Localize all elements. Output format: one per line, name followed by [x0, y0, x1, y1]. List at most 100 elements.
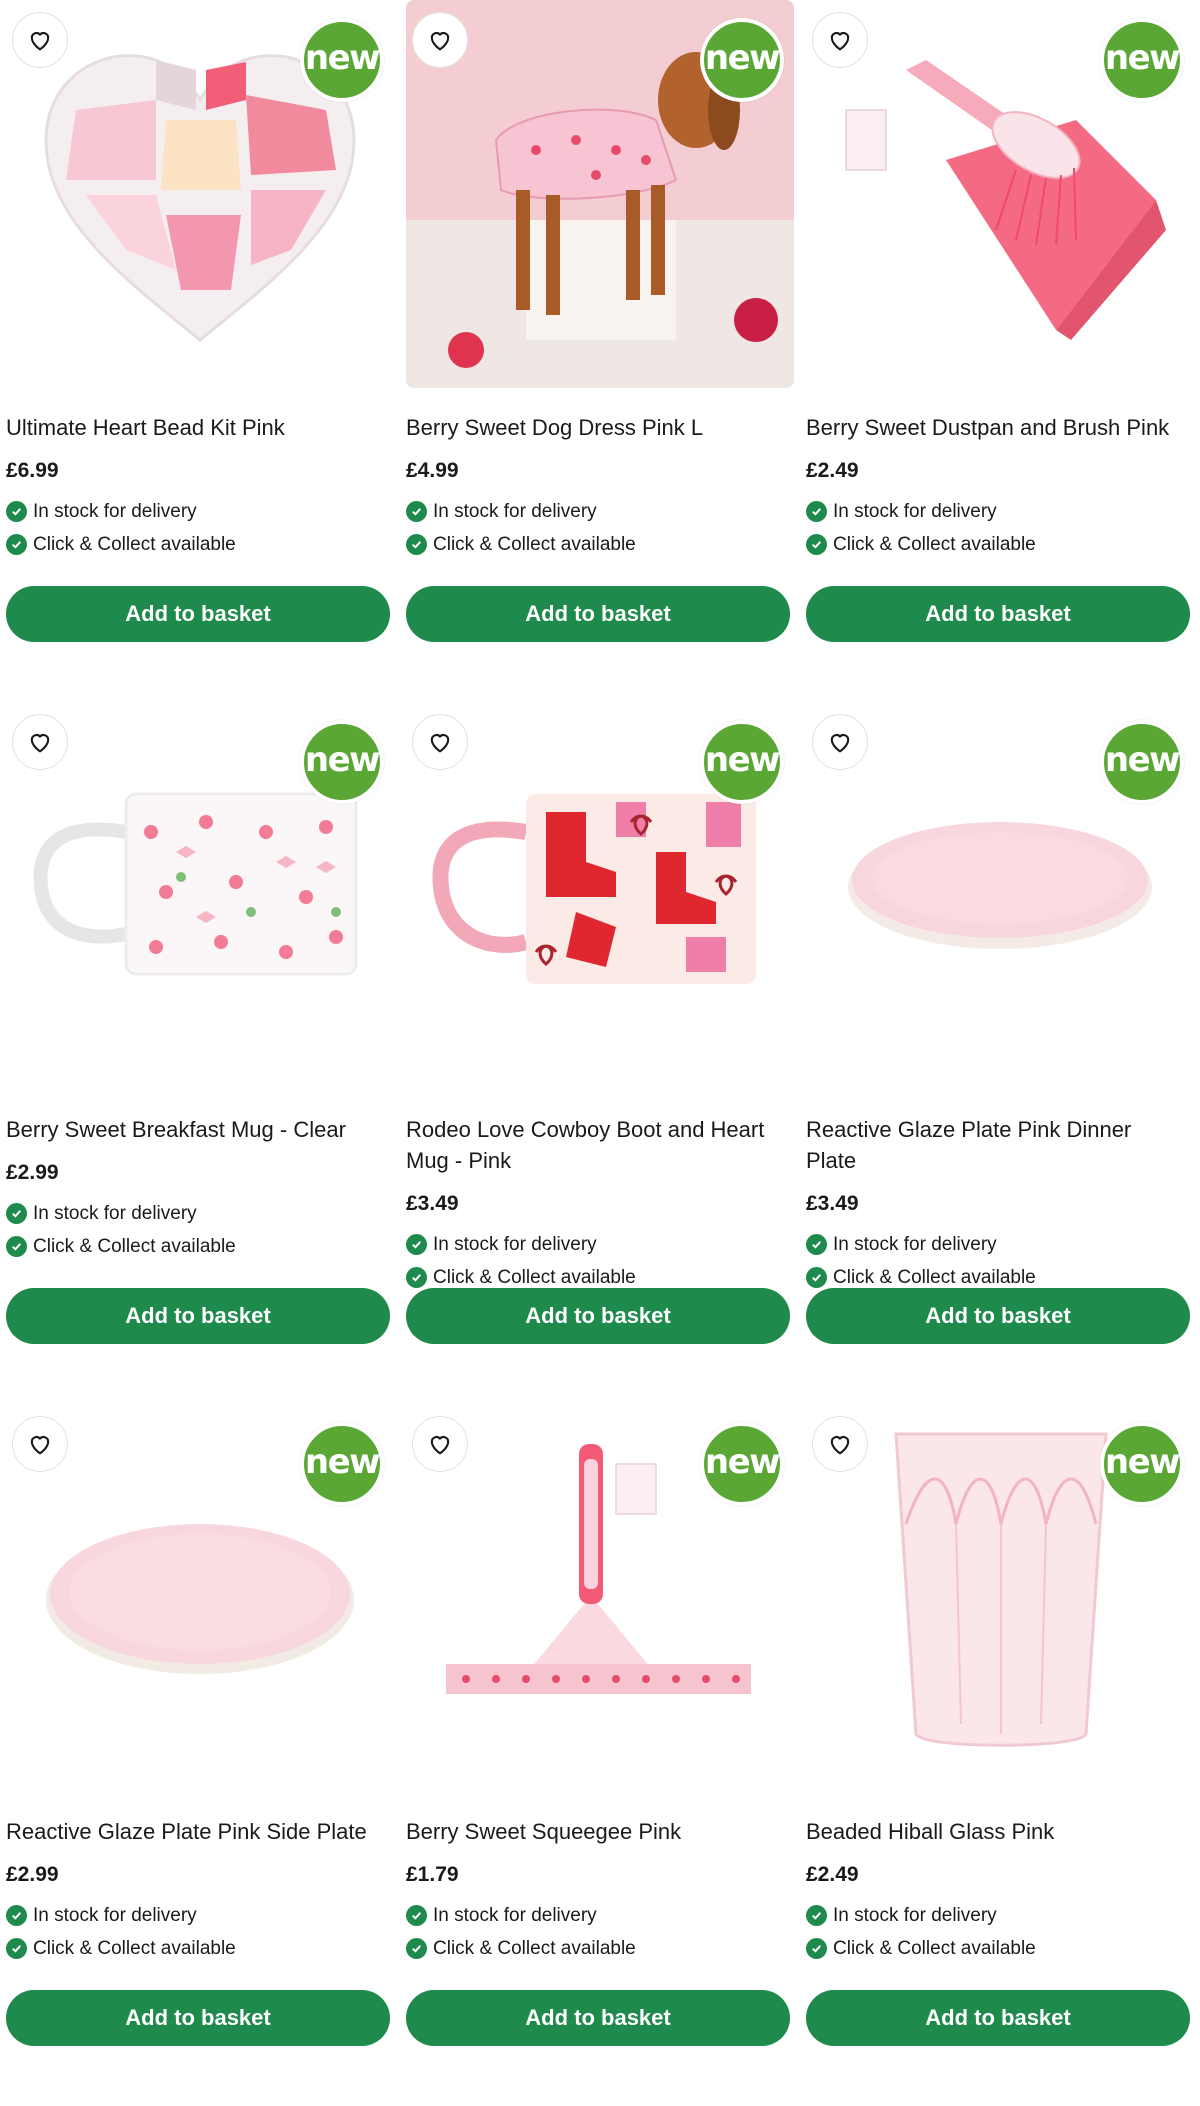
product-image[interactable]: new	[806, 702, 1194, 1090]
heart-outline-icon	[430, 32, 450, 51]
wishlist-button[interactable]	[412, 1416, 468, 1472]
availability: In stock for delivery Click & Collect av…	[6, 1197, 394, 1263]
product-title[interactable]: Reactive Glaze Plate Pink Dinner Plate	[806, 1114, 1194, 1176]
product-title[interactable]: Reactive Glaze Plate Pink Side Plate	[6, 1816, 394, 1847]
delivery-status: In stock for delivery	[806, 1228, 1194, 1261]
collect-status: Click & Collect available	[806, 1932, 1194, 1965]
check-icon	[6, 1203, 27, 1224]
product-card: new Berry Sweet Squeegee Pink £1.79 In s…	[406, 1404, 794, 2106]
product-price: £2.49	[806, 1863, 859, 1886]
check-icon	[806, 501, 827, 522]
product-title[interactable]: Beaded Hiball Glass Pink	[806, 1816, 1194, 1847]
product-price: £6.99	[6, 459, 59, 482]
add-to-basket-button[interactable]: Add to basket	[806, 1990, 1190, 2046]
product-card: new Beaded Hiball Glass Pink £2.49 In st…	[806, 1404, 1194, 2106]
product-card: new Reactive Glaze Plate Pink Side Plate…	[6, 1404, 394, 2106]
product-price: £2.99	[6, 1863, 59, 1886]
check-icon	[6, 501, 27, 522]
availability: In stock for delivery Click & Collect av…	[806, 1899, 1194, 1965]
collect-status: Click & Collect available	[406, 528, 794, 561]
product-title[interactable]: Berry Sweet Dog Dress Pink L	[406, 412, 794, 443]
wishlist-button[interactable]	[812, 12, 868, 68]
delivery-status: In stock for delivery	[6, 1899, 394, 1932]
availability: In stock for delivery Click & Collect av…	[6, 1899, 394, 1965]
check-icon	[406, 501, 427, 522]
wishlist-button[interactable]	[412, 714, 468, 770]
add-to-basket-button[interactable]: Add to basket	[406, 1990, 790, 2046]
add-to-basket-button[interactable]: Add to basket	[6, 586, 390, 642]
delivery-status: In stock for delivery	[806, 1899, 1194, 1932]
product-image[interactable]: new	[6, 702, 394, 1090]
wishlist-button[interactable]	[12, 12, 68, 68]
product-title[interactable]: Ultimate Heart Bead Kit Pink	[6, 412, 394, 443]
product-price: £4.99	[406, 459, 459, 482]
availability: In stock for delivery Click & Collect av…	[406, 1228, 794, 1294]
product-image[interactable]: new	[406, 0, 794, 388]
product-card: new Reactive Glaze Plate Pink Dinner Pla…	[806, 702, 1194, 1404]
product-title[interactable]: Berry Sweet Dustpan and Brush Pink	[806, 412, 1194, 443]
product-price: £3.49	[406, 1192, 459, 1215]
product-image[interactable]: new	[406, 702, 794, 1090]
product-grid: new Ultimate Heart Bead Kit Pink £6.99 I…	[0, 0, 1200, 2106]
availability: In stock for delivery Click & Collect av…	[806, 1228, 1194, 1294]
product-card: new Berry Sweet Breakfast Mug - Clear £2…	[6, 702, 394, 1404]
new-badge: new	[300, 720, 384, 804]
check-icon	[406, 1938, 427, 1959]
new-badge: new	[300, 18, 384, 102]
collect-status: Click & Collect available	[806, 528, 1194, 561]
availability: In stock for delivery Click & Collect av…	[406, 495, 794, 561]
delivery-status: In stock for delivery	[406, 1899, 794, 1932]
availability: In stock for delivery Click & Collect av…	[806, 495, 1194, 561]
product-card: new Rodeo Love Cowboy Boot and Heart Mug…	[406, 702, 794, 1404]
delivery-status: In stock for delivery	[406, 1228, 794, 1261]
wishlist-button[interactable]	[812, 1416, 868, 1472]
product-image[interactable]: new	[6, 1404, 394, 1792]
product-image[interactable]: new	[806, 1404, 1194, 1792]
check-icon	[806, 1267, 827, 1288]
new-badge: new	[700, 720, 784, 804]
availability: In stock for delivery Click & Collect av…	[6, 495, 394, 561]
add-to-basket-button[interactable]: Add to basket	[6, 1288, 390, 1344]
add-to-basket-button[interactable]: Add to basket	[406, 586, 790, 642]
check-icon	[406, 1267, 427, 1288]
product-image[interactable]: new	[6, 0, 394, 388]
product-title[interactable]: Rodeo Love Cowboy Boot and Heart Mug - P…	[406, 1114, 794, 1176]
new-badge: new	[1100, 720, 1184, 804]
delivery-status: In stock for delivery	[806, 495, 1194, 528]
wishlist-button[interactable]	[12, 714, 68, 770]
check-icon	[6, 534, 27, 555]
heart-outline-icon	[30, 32, 50, 51]
add-to-basket-button[interactable]: Add to basket	[6, 1990, 390, 2046]
new-badge: new	[1100, 18, 1184, 102]
product-price: £2.99	[6, 1161, 59, 1184]
add-to-basket-button[interactable]: Add to basket	[806, 586, 1190, 642]
check-icon	[806, 1234, 827, 1255]
check-icon	[406, 1905, 427, 1926]
heart-outline-icon	[430, 734, 450, 753]
new-badge: new	[300, 1422, 384, 1506]
product-image[interactable]: new	[406, 1404, 794, 1792]
collect-status: Click & Collect available	[406, 1932, 794, 1965]
heart-outline-icon	[830, 32, 850, 51]
product-title[interactable]: Berry Sweet Squeegee Pink	[406, 1816, 794, 1847]
heart-outline-icon	[830, 734, 850, 753]
new-badge: new	[1100, 1422, 1184, 1506]
add-to-basket-button[interactable]: Add to basket	[406, 1288, 790, 1344]
heart-outline-icon	[830, 1436, 850, 1455]
new-badge: new	[700, 18, 784, 102]
add-to-basket-button[interactable]: Add to basket	[806, 1288, 1190, 1344]
wishlist-button[interactable]	[12, 1416, 68, 1472]
check-icon	[806, 1905, 827, 1926]
product-image[interactable]: new	[806, 0, 1194, 388]
check-icon	[806, 534, 827, 555]
product-card: new Berry Sweet Dustpan and Brush Pink £…	[806, 0, 1194, 702]
check-icon	[6, 1905, 27, 1926]
wishlist-button[interactable]	[412, 12, 468, 68]
check-icon	[406, 1234, 427, 1255]
check-icon	[406, 534, 427, 555]
check-icon	[6, 1236, 27, 1257]
product-card: new Ultimate Heart Bead Kit Pink £6.99 I…	[6, 0, 394, 702]
heart-outline-icon	[30, 1436, 50, 1455]
wishlist-button[interactable]	[812, 714, 868, 770]
product-title[interactable]: Berry Sweet Breakfast Mug - Clear	[6, 1114, 394, 1145]
